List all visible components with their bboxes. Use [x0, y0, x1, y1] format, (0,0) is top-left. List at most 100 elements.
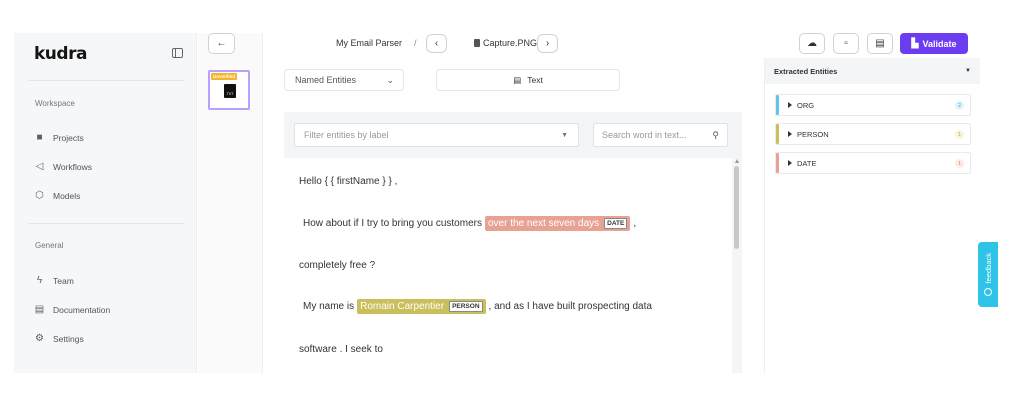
file-export-icon: ▫ — [844, 38, 848, 49]
sidebar-item-models[interactable]: ⬡ Models — [34, 190, 80, 201]
arrow-left-icon: ← — [216, 38, 227, 49]
extracted-entities-header[interactable]: Extracted Entities ▼ — [765, 58, 980, 84]
breadcrumb-file: Capture.PNG — [474, 38, 537, 48]
text-line: My name is Romain Carpentier PERSON , an… — [303, 299, 652, 314]
entity-group-org[interactable]: ORG 2 — [775, 94, 971, 116]
tab-text[interactable]: ▤ Text — [436, 69, 620, 91]
entity-group-person[interactable]: PERSON 1 — [775, 123, 971, 145]
breadcrumb-separator: / — [414, 38, 417, 48]
sidebar-item-label: Settings — [53, 333, 84, 344]
sidebar-item-label: Documentation — [53, 304, 111, 315]
main-content: Named Entities ⌄ ▤ Text Filter entities … — [264, 58, 764, 373]
scrollbar[interactable] — [732, 158, 742, 373]
feedback-icon — [984, 287, 992, 296]
search-box: ⚲ — [593, 123, 728, 147]
sidebar-item-documentation[interactable]: ▤ Documentation — [34, 304, 110, 315]
sidebar-item-label: Projects — [53, 132, 84, 143]
breadcrumb-project[interactable]: My Email Parser — [336, 38, 402, 48]
send-icon: ◁ — [35, 161, 44, 172]
section-label-workspace: Workspace — [35, 99, 75, 108]
file-name: Capture.PNG — [483, 38, 538, 48]
cube-icon: ⬡ — [35, 190, 44, 201]
topbar: ← My Email Parser / ‹ Capture.PNG › ☁ ▫ … — [198, 33, 1000, 57]
gear-icon: ⚙ — [35, 333, 44, 344]
section-label-general: General — [35, 241, 64, 250]
panel-title: Extracted Entities — [774, 66, 838, 76]
entity-tag: DATE — [604, 218, 628, 229]
chevron-down-icon: ⌄ — [386, 74, 394, 85]
caret-right-icon — [788, 131, 792, 137]
file-icon — [474, 39, 480, 47]
sidebar-item-team[interactable]: ϟ Team — [34, 275, 74, 286]
chevron-left-icon: ‹ — [434, 38, 439, 49]
app-window: kudra Workspace ■ Projects ◁ Workflows ⬡… — [14, 33, 1000, 373]
document-text: Hello { { firstName } } , How about if I… — [284, 158, 732, 373]
text-line: completely free ? — [299, 260, 376, 271]
status-badge: Unverified — [211, 73, 238, 80]
text-line: How about if I try to bring you customer… — [303, 216, 637, 231]
caret-right-icon — [788, 160, 792, 166]
entity-tag: PERSON — [449, 301, 483, 312]
sidebar-item-label: Models — [53, 190, 81, 201]
text-file-icon: ▤ — [513, 74, 522, 85]
sidebar-item-label: Team — [53, 275, 74, 286]
divider — [28, 223, 184, 224]
document-icon: ▤ — [34, 304, 45, 315]
entity-color — [776, 153, 779, 173]
bolt-icon: ϟ — [36, 275, 43, 286]
scroll-up-icon[interactable] — [735, 159, 739, 163]
feedback-button[interactable]: feedback — [978, 242, 998, 307]
text-line: software . I seek to — [299, 344, 383, 355]
entity-count-badge: 1 — [955, 159, 964, 168]
document-button[interactable]: ▤ — [867, 33, 893, 54]
entity-color — [776, 124, 779, 144]
folder-icon: ■ — [36, 132, 43, 143]
logo: kudra — [34, 44, 87, 64]
text-line: Hello { { firstName } } , — [299, 176, 398, 187]
sidebar: kudra Workspace ■ Projects ◁ Workflows ⬡… — [14, 33, 197, 373]
entity-label: DATE — [797, 158, 817, 168]
search-input[interactable] — [602, 130, 702, 140]
feedback-label: feedback — [983, 253, 993, 284]
validate-button[interactable]: ▙ Validate — [900, 33, 968, 54]
back-button[interactable]: ← — [208, 33, 235, 54]
document-thumbnail[interactable]: Unverified TXT — [208, 70, 250, 110]
search-icon: ⚲ — [712, 129, 719, 140]
sidebar-item-settings[interactable]: ⚙ Settings — [34, 333, 84, 344]
entity-label: ORG — [797, 100, 815, 110]
chevron-right-icon: › — [545, 38, 550, 49]
entity-group-date[interactable]: DATE 1 — [775, 152, 971, 174]
sidebar-item-projects[interactable]: ■ Projects — [34, 132, 84, 143]
cloud-download-icon: ☁ — [807, 38, 817, 49]
download-button[interactable]: ☁ — [799, 33, 825, 54]
validate-label: Validate — [922, 38, 957, 49]
chart-icon: ▙ — [911, 38, 919, 48]
filter-placeholder: Filter entities by label — [304, 130, 389, 140]
collapse-sidebar-icon[interactable] — [172, 48, 183, 58]
sidebar-item-label: Workflows — [53, 161, 93, 172]
entity-color — [776, 95, 779, 115]
tab-label: Text — [527, 75, 543, 85]
view-select[interactable]: Named Entities ⌄ — [284, 69, 404, 91]
entity-person[interactable]: Romain Carpentier PERSON — [357, 299, 486, 314]
caret-down-icon: ▼ — [561, 131, 568, 139]
export-button[interactable]: ▫ — [833, 33, 859, 54]
txt-file-icon: TXT — [224, 84, 236, 98]
document-icon: ▤ — [875, 38, 885, 49]
next-file-button[interactable]: › — [537, 34, 558, 53]
extracted-entities-panel: Extracted Entities ▼ ORG 2 PERSON 1 DATE… — [764, 58, 980, 373]
sidebar-item-workflows[interactable]: ◁ Workflows — [34, 161, 92, 172]
entity-count-badge: 1 — [955, 130, 964, 139]
entity-count-badge: 2 — [955, 101, 964, 110]
scrollbar-thumb[interactable] — [734, 166, 739, 249]
caret-right-icon — [788, 102, 792, 108]
document-panel: Filter entities by label ▼ ⚲ Hello { { f… — [284, 112, 742, 373]
previous-file-button[interactable]: ‹ — [426, 34, 447, 53]
divider — [28, 80, 184, 81]
entity-filter-select[interactable]: Filter entities by label ▼ — [294, 123, 579, 147]
view-select-value: Named Entities — [295, 75, 357, 85]
document-thumbnails: Unverified TXT — [198, 33, 263, 373]
entity-label: PERSON — [797, 129, 829, 139]
entity-date[interactable]: over the next seven days DATE — [484, 216, 631, 231]
caret-down-icon: ▼ — [965, 68, 971, 74]
